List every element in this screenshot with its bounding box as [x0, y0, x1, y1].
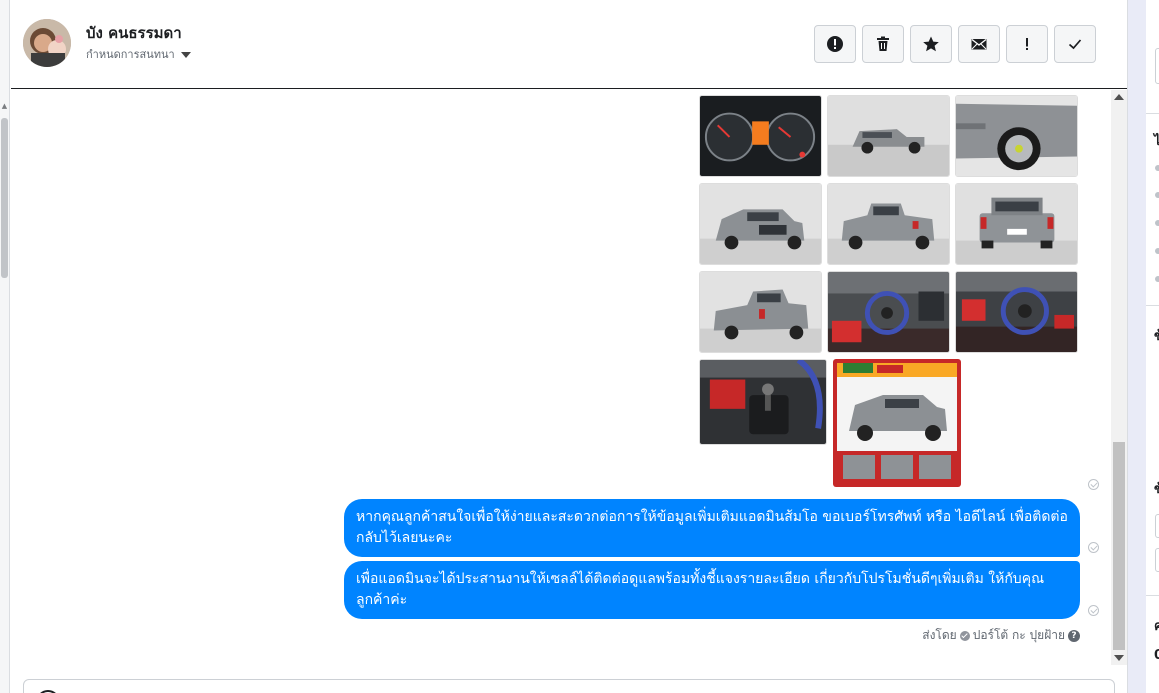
message-thread[interactable]: หากคุณลูกค้าสนใจเพื่อให้ง่ายและสะดวกต่อก… [11, 90, 1111, 665]
panel-separator [1146, 113, 1159, 114]
read-receipt-icon [1088, 605, 1099, 616]
panel-divider-strip [1128, 0, 1146, 693]
photo-dashboard-gauges[interactable] [699, 95, 822, 177]
scrollbar-thumb[interactable] [1113, 442, 1125, 650]
avatar[interactable] [23, 19, 71, 67]
photo-interior-steering-wheel[interactable] [827, 271, 950, 353]
verified-check-icon [959, 630, 970, 641]
panel-heading-fragment: ไ [1154, 130, 1159, 151]
mark-unread-button[interactable] [958, 25, 1000, 63]
photo-wheel-closeup[interactable] [955, 95, 1078, 177]
panel-heading-fragment: ข้ [1154, 325, 1159, 346]
left-scroll-up-arrow[interactable]: ▲ [0, 100, 9, 112]
photo-promo-poster[interactable] [833, 359, 961, 487]
read-receipt-icon [1088, 542, 1099, 553]
photo-interior-steering-wheel-right[interactable] [955, 271, 1078, 353]
panel-input-box[interactable] [1155, 514, 1159, 538]
trash-icon [877, 36, 889, 51]
left-scroll-region[interactable]: ▲ [0, 0, 10, 693]
star-button[interactable] [910, 25, 952, 63]
photo-truck-rear[interactable] [955, 183, 1078, 265]
reply-composer[interactable] [23, 679, 1115, 693]
conversation-header: บัง คนธรรมดา กำหนดการสนทนา [11, 0, 1127, 89]
alert-circle-icon [827, 36, 843, 52]
message-bubble[interactable]: หากคุณลูกค้าสนใจเพื่อให้ง่ายและสะดวกต่อก… [344, 499, 1080, 557]
checkmark-icon [1068, 39, 1082, 50]
caret-down-icon [180, 52, 191, 58]
panel-heading-fragment: 0 [1154, 648, 1159, 663]
message-text: เพื่อแอดมินจะได้ประสานงานให้เซลล์ได้ติดต… [356, 571, 1045, 608]
inbox-window: ▲ บัง คนธรรมดา กำหนดการสนทนา หากคุณลูกค้… [0, 0, 1159, 693]
panel-heading-fragment: ค [1154, 615, 1159, 636]
help-icon[interactable]: ? [1068, 629, 1080, 642]
contact-name[interactable]: บัง คนธรรมดา [86, 21, 182, 45]
delete-button[interactable] [862, 25, 904, 63]
panel-input-box[interactable] [1155, 48, 1159, 84]
message-bubble[interactable]: เพื่อแอดมินจะได้ประสานงานให้เซลล์ได้ติดต… [344, 561, 1080, 619]
action-toolbar [814, 25, 1096, 63]
panel-dot-icon [1155, 192, 1159, 198]
photo-truck-front-three-quarter[interactable] [699, 183, 822, 265]
conversation-settings-label: กำหนดการสนทนา [86, 48, 175, 61]
panel-dot-icon [1155, 248, 1159, 254]
photo-truck-side-view[interactable] [827, 95, 950, 177]
left-scrollbar-thumb[interactable] [1, 118, 8, 278]
star-icon [923, 36, 939, 52]
sent-by-line: ส่งโดย ปอร์โต้ กะ ปุยฝ้าย ? [922, 626, 1080, 645]
envelope-icon [971, 38, 987, 50]
panel-dot-icon [1155, 220, 1159, 226]
conversation-settings-dropdown[interactable]: กำหนดการสนทนา [86, 45, 191, 63]
thread-scrollbar[interactable] [1111, 90, 1127, 665]
follow-up-button[interactable] [1006, 25, 1048, 63]
photo-truck-rear-three-quarter[interactable] [827, 183, 950, 265]
sent-by-label: ส่งโดย [922, 628, 957, 642]
panel-heading-fragment: ข้ [1154, 478, 1159, 499]
photo-interior-gear-shifter[interactable] [699, 359, 827, 445]
photo-truck-rear-left[interactable] [699, 271, 822, 353]
right-details-panel: ไ ข้ ข้ ค 0 [1127, 0, 1159, 693]
panel-input-box[interactable] [1155, 548, 1159, 572]
exclamation-icon [1026, 38, 1028, 50]
scroll-down-arrow[interactable] [1114, 655, 1124, 661]
panel-separator [1146, 305, 1159, 306]
panel-separator [1146, 595, 1159, 596]
scroll-up-arrow[interactable] [1114, 94, 1124, 100]
sent-by-name[interactable]: ปอร์โต้ กะ ปุยฝ้าย [973, 626, 1065, 645]
report-spam-button[interactable] [814, 25, 856, 63]
panel-dot-icon [1155, 276, 1159, 282]
read-receipt-icon [1088, 479, 1099, 490]
panel-dot-icon [1155, 165, 1159, 171]
mark-done-button[interactable] [1054, 25, 1096, 63]
message-text: หากคุณลูกค้าสนใจเพื่อให้ง่ายและสะดวกต่อก… [356, 509, 1068, 546]
